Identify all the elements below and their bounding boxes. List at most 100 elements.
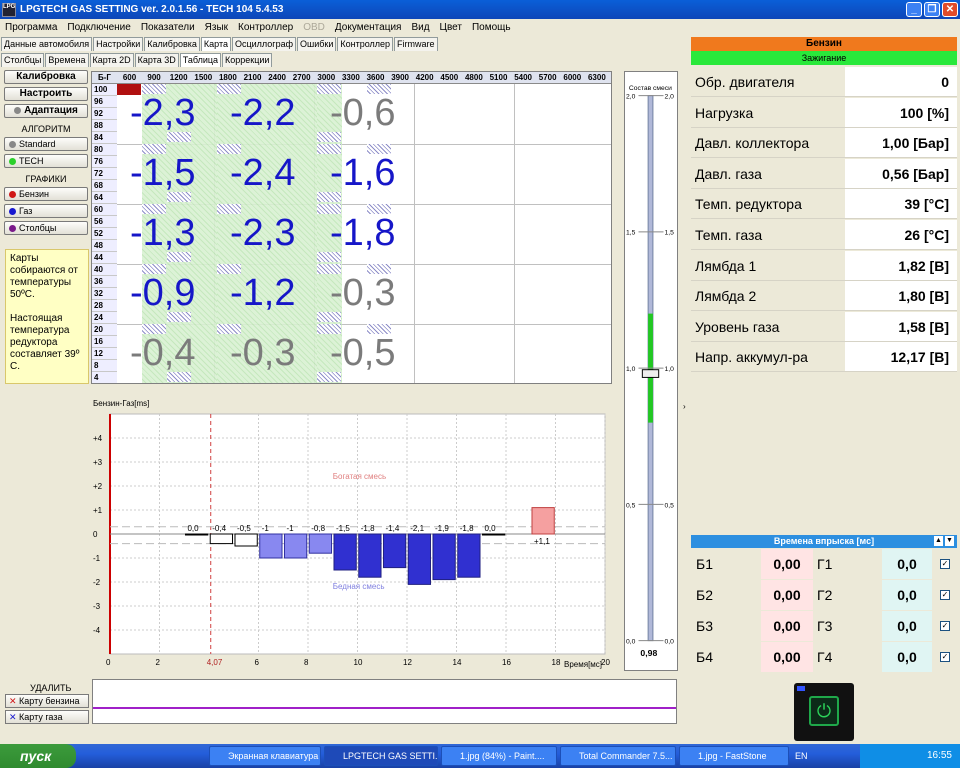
menu-help[interactable]: Помощь bbox=[467, 22, 516, 33]
rpm-col-label: 3900 bbox=[391, 73, 409, 82]
injection-row: Б2 0,00 Г2 0,0 ✓ bbox=[691, 580, 957, 610]
map-table[interactable]: Б-Г 600 900 1200 1500 1800 2100 2400 2700 3000 330… bbox=[91, 71, 612, 384]
rpm-col-label: 3000 bbox=[317, 73, 336, 82]
injection-times-header: Времена впрыска [мс] ▲ ▼ bbox=[691, 535, 957, 548]
injector-checkbox[interactable]: ✓ bbox=[940, 621, 950, 631]
tab-corrections[interactable]: Коррекции bbox=[222, 53, 273, 67]
param-row: Обр. двигателя 0 bbox=[691, 67, 957, 97]
task-paint[interactable]: 1.jpg (84%) - Paint.... bbox=[441, 746, 557, 766]
tab-map-2d[interactable]: Карта 2D bbox=[89, 53, 134, 67]
load-row-label: 48 bbox=[92, 240, 117, 252]
language-indicator[interactable]: EN bbox=[795, 751, 808, 761]
tab-controller[interactable]: Контроллер bbox=[337, 37, 394, 51]
menu-controller[interactable]: Контроллер bbox=[233, 22, 298, 33]
injector-checkbox[interactable]: ✓ bbox=[940, 590, 950, 600]
tab-calibration[interactable]: Калибровка bbox=[144, 37, 200, 51]
graph-gas-button[interactable]: Газ bbox=[4, 204, 88, 218]
task-lpgtech[interactable]: LPGTECH GAS SETTI... bbox=[324, 746, 438, 766]
tab-map-3d[interactable]: Карта 3D bbox=[134, 53, 179, 67]
led-icon bbox=[797, 686, 805, 691]
red-dot-icon bbox=[9, 191, 16, 199]
y-tick-label: +3 bbox=[93, 458, 103, 467]
graph-petrol-button[interactable]: Бензин bbox=[4, 187, 88, 201]
tab-map[interactable]: Карта bbox=[200, 37, 231, 51]
minimize-button[interactable]: _ bbox=[906, 2, 922, 17]
tab-firmware[interactable]: Firmware bbox=[394, 37, 438, 51]
x-tick-label: 10 bbox=[354, 658, 363, 667]
task-onscreen-keyboard[interactable]: Экранная клавиатура bbox=[209, 746, 321, 766]
info-note-text: Карты собираются от температуры 50ºC. На… bbox=[10, 253, 80, 372]
tab-errors[interactable]: Ошибки bbox=[297, 37, 337, 51]
sort-up-icon[interactable]: ▲ bbox=[934, 536, 943, 546]
gas-injector-label: Г2 bbox=[817, 587, 833, 603]
menu-documentation[interactable]: Документация bbox=[330, 22, 407, 33]
start-button[interactable]: пуск bbox=[0, 744, 76, 768]
map-tabs: Столбцы Времена Карта 2D Карта 3D Таблиц… bbox=[1, 53, 273, 67]
load-row-label: 88 bbox=[92, 120, 117, 132]
bar bbox=[333, 533, 357, 571]
injector-checkbox[interactable]: ✓ bbox=[940, 559, 950, 569]
injection-row: Б4 0,00 Г4 0,0 ✓ bbox=[691, 642, 957, 672]
tab-settings[interactable]: Настройки bbox=[93, 37, 144, 51]
rpm-col-label: 6000 bbox=[563, 73, 582, 82]
petrol-injection-value: 0,00 bbox=[761, 642, 813, 672]
map-cell-value: -1,3 bbox=[130, 212, 196, 254]
menu-view[interactable]: Вид bbox=[406, 22, 434, 33]
delete-gas-map-button[interactable]: ✕ Карту газа bbox=[5, 710, 89, 724]
x-tick-label: 18 bbox=[552, 658, 561, 667]
param-label: Давл. газа bbox=[691, 158, 845, 188]
restore-button[interactable]: ❐ bbox=[924, 2, 940, 17]
rpm-col-label: 4200 bbox=[415, 73, 434, 82]
tab-times[interactable]: Времена bbox=[45, 53, 89, 67]
gas-injection-value: 0,0 bbox=[882, 642, 932, 672]
y-tick-label: -1 bbox=[93, 554, 101, 563]
injector-checkbox[interactable]: ✓ bbox=[940, 652, 950, 662]
adaptation-button[interactable]: Адаптация bbox=[4, 104, 88, 118]
algo-standard-button[interactable]: Standard bbox=[4, 137, 88, 151]
collapse-arrow-icon[interactable]: › bbox=[683, 402, 686, 411]
rpm-col-label: 1800 bbox=[218, 73, 237, 82]
tab-oscilloscope[interactable]: Осциллограф bbox=[232, 37, 296, 51]
power-icon[interactable]: ⏻ bbox=[809, 696, 839, 726]
menu-color[interactable]: Цвет bbox=[435, 22, 467, 33]
x-tick-label: 0 bbox=[106, 658, 111, 667]
delete-petrol-map-button[interactable]: ✕ Карту бензина bbox=[5, 694, 89, 708]
rpm-col-label: 3600 bbox=[366, 73, 385, 82]
task-total-commander[interactable]: Total Commander 7.5... bbox=[560, 746, 676, 766]
load-row-label: 28 bbox=[92, 300, 117, 312]
rpm-col-label: 2700 bbox=[292, 73, 311, 82]
close-button[interactable]: ✕ bbox=[942, 2, 958, 17]
y-tick-label: -2 bbox=[93, 578, 101, 587]
x-tick-label: 12 bbox=[403, 658, 412, 667]
menu-program[interactable]: Программа bbox=[0, 22, 62, 33]
bar bbox=[382, 533, 407, 569]
graph-columns-button[interactable]: Столбцы bbox=[4, 221, 88, 235]
param-label: Нагрузка bbox=[691, 97, 845, 127]
menu-language[interactable]: Язык bbox=[200, 22, 233, 33]
slider-tick-label: 0,0 bbox=[664, 639, 674, 646]
calibration-button[interactable]: Калибровка bbox=[4, 70, 88, 84]
x-tick-label: 16 bbox=[502, 658, 511, 667]
tab-table[interactable]: Таблица bbox=[179, 53, 222, 67]
petrol-injector-label: Б3 bbox=[696, 618, 713, 634]
map-cell-value: -0,5 bbox=[330, 332, 396, 374]
tab-columns[interactable]: Столбцы bbox=[1, 53, 45, 67]
algo-tech-button[interactable]: TECH bbox=[4, 154, 88, 168]
bar-label: -1 bbox=[262, 524, 270, 533]
graph-columns-label: Столбцы bbox=[19, 223, 57, 233]
task-faststone[interactable]: 1.jpg - FastStone bbox=[679, 746, 789, 766]
menu-connection[interactable]: Подключение bbox=[62, 22, 135, 33]
mixture-slider[interactable]: Состав смеси2,0 2,0 1,5 1,5 1,0 1,0 0,5 0,5 0,0 0… bbox=[624, 71, 678, 671]
menu-readings[interactable]: Показатели bbox=[136, 22, 200, 33]
sort-down-icon[interactable]: ▼ bbox=[945, 536, 954, 546]
slider-thumb[interactable] bbox=[641, 369, 660, 378]
bar-label: -2,1 bbox=[410, 524, 424, 533]
y-tick-label: +1 bbox=[93, 506, 103, 515]
algo-tech-label: TECH bbox=[19, 156, 44, 166]
setup-button[interactable]: Настроить bbox=[4, 87, 88, 101]
tab-car-data[interactable]: Данные автомобиля bbox=[1, 37, 93, 51]
map-cell-value: -2,3 bbox=[230, 212, 296, 254]
purple-dot-icon bbox=[9, 225, 16, 233]
bar bbox=[283, 533, 308, 559]
load-row-label: 84 bbox=[92, 132, 117, 144]
